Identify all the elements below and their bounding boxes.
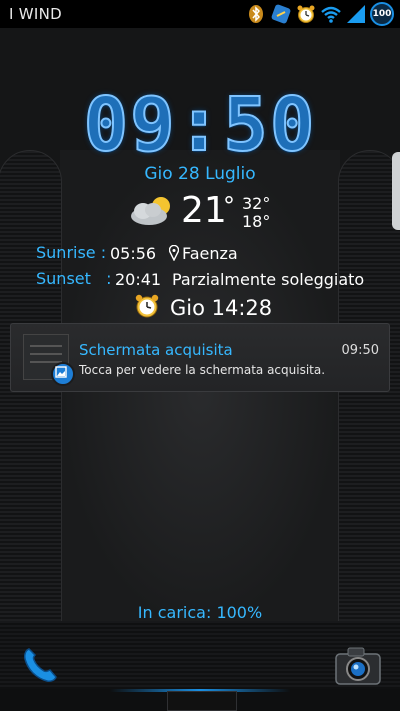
notification-title: Schermata acquisita xyxy=(79,341,233,359)
temperature-low: 18° xyxy=(242,212,271,231)
next-alarm: Gio 14:28 xyxy=(134,293,272,323)
location-name: Faenza xyxy=(182,244,238,263)
sunrise-label: Sunrise : xyxy=(36,243,107,262)
status-bar: I WIND 100 xyxy=(0,0,400,28)
charging-status: In carica: 100% xyxy=(137,603,263,622)
degree-symbol: ° xyxy=(223,192,235,220)
camera-icon[interactable] xyxy=(334,644,382,688)
phone-icon[interactable] xyxy=(20,645,60,685)
partly-cloudy-icon xyxy=(127,192,177,232)
sunset-label: Sunset : xyxy=(36,269,112,288)
notification-time: 09:50 xyxy=(341,343,379,358)
carrier-name: I WIND xyxy=(9,5,63,23)
temperature-high: 32° xyxy=(242,194,271,213)
location-pin-icon xyxy=(168,244,180,262)
temperature: 21 xyxy=(181,190,227,231)
weather-widget[interactable]: 21 ° 32° 18° xyxy=(127,190,287,232)
next-alarm-text: Gio 14:28 xyxy=(170,296,273,320)
alarm-clock-icon xyxy=(134,293,160,323)
navigation-bar xyxy=(0,689,400,711)
image-icon xyxy=(51,362,75,386)
wifi-icon xyxy=(320,3,342,25)
clock-time: 09:50 xyxy=(83,81,317,169)
weather-condition: Parzialmente soleggiato xyxy=(172,270,365,289)
signal-icon xyxy=(345,3,367,25)
alarm-icon xyxy=(295,3,317,25)
screenshot-notification[interactable]: Schermata acquisita 09:50 Tocca per vede… xyxy=(10,323,390,392)
battery-icon: 100 xyxy=(370,2,394,26)
home-button[interactable] xyxy=(167,691,237,711)
date-label: Gio 28 Luglio xyxy=(144,164,256,184)
sunset-time: 20:41 xyxy=(115,270,162,289)
data-sync-icon xyxy=(270,3,292,25)
bluetooth-icon xyxy=(245,3,267,25)
notification-text: Tocca per vedere la schermata acquisita. xyxy=(79,363,326,377)
sunrise-time: 05:56 xyxy=(110,244,157,263)
status-icons: 100 xyxy=(245,2,394,26)
